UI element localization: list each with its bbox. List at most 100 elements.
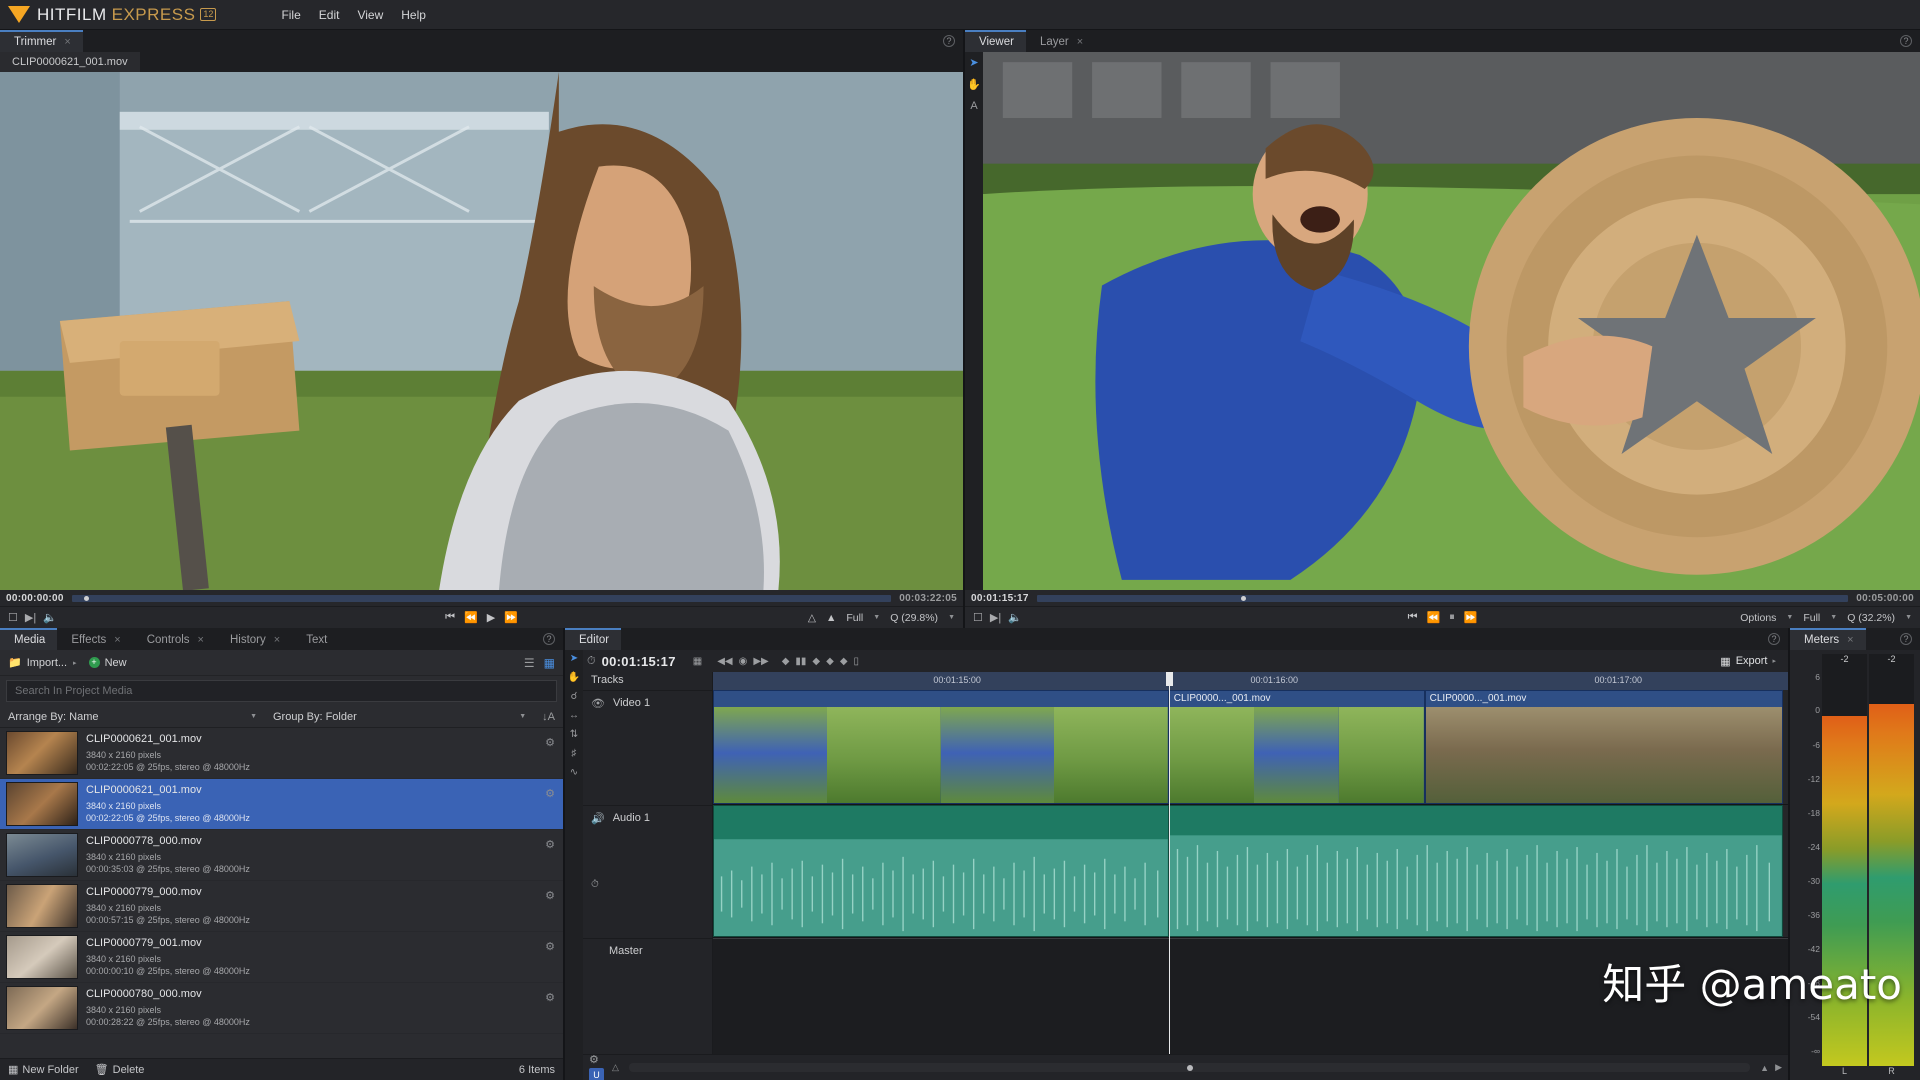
import-caret-icon[interactable]: ▸ bbox=[73, 659, 77, 667]
viewer-zoom-label[interactable]: Q (32.2%) bbox=[1847, 612, 1895, 624]
tab-viewer[interactable]: Viewer bbox=[965, 30, 1026, 52]
new-button[interactable]: + New bbox=[88, 657, 127, 669]
step-back-button[interactable]: ⏪ bbox=[1427, 611, 1441, 624]
help-icon[interactable]: ? bbox=[1768, 633, 1780, 645]
trimmer-video-frame[interactable] bbox=[0, 72, 963, 590]
viewer-playhead-handle[interactable] bbox=[1241, 595, 1247, 601]
trimmer-zoom-label[interactable]: Q (29.8%) bbox=[890, 612, 938, 624]
trimmer-quality-label[interactable]: Full bbox=[846, 612, 863, 624]
gear-icon[interactable]: ⚙ bbox=[545, 736, 555, 749]
zoom-in-icon[interactable]: ▲ bbox=[1760, 1063, 1769, 1073]
tab-trimmer[interactable]: Trimmer × bbox=[0, 30, 83, 52]
zoom-out-icon[interactable]: △ bbox=[612, 1062, 619, 1073]
media-list[interactable]: CLIP0000621_001.mov 3840 x 2160 pixels 0… bbox=[0, 728, 563, 1058]
help-icon[interactable]: ? bbox=[1900, 35, 1912, 47]
keyframe-add-icon[interactable]: ◆ bbox=[826, 656, 834, 667]
select-arrow-icon[interactable]: ➤ bbox=[570, 653, 578, 664]
waveform-icon[interactable]: ⏱ bbox=[591, 879, 599, 890]
folder-add-icon[interactable]: ▦ bbox=[8, 1063, 18, 1076]
track-lane-audio1[interactable] bbox=[713, 805, 1788, 938]
list-item[interactable]: CLIP0000779_000.mov 3840 x 2160 pixels 0… bbox=[0, 881, 563, 932]
scrollbar-thumb[interactable] bbox=[1186, 1064, 1193, 1071]
loop-icon[interactable]: ☐ bbox=[8, 611, 18, 624]
step-back-button[interactable]: ⏪ bbox=[464, 611, 478, 624]
keyframe-icon[interactable]: ◆ bbox=[812, 656, 820, 667]
razor-icon[interactable]: ♯ bbox=[572, 748, 577, 759]
track-header-video1[interactable]: 👁 Video 1 bbox=[583, 690, 712, 805]
close-icon[interactable]: × bbox=[64, 36, 70, 48]
viewer-options-label[interactable]: Options bbox=[1740, 612, 1776, 624]
step-forward-button[interactable]: ⏩ bbox=[504, 611, 518, 624]
play-small-icon[interactable]: ▶ bbox=[1775, 1062, 1782, 1073]
gear-icon[interactable]: ⚙ bbox=[545, 991, 555, 1004]
text-tool-icon[interactable]: A bbox=[970, 100, 977, 112]
menu-view[interactable]: View bbox=[357, 8, 383, 22]
trimmer-playhead-handle[interactable] bbox=[84, 595, 90, 601]
timeline-clip-video[interactable]: CLIP0000..._001.mov bbox=[1424, 690, 1783, 804]
record-icon[interactable]: ◉ bbox=[739, 656, 748, 667]
select-arrow-icon[interactable]: ➤ bbox=[969, 56, 978, 69]
magnet-icon[interactable]: U bbox=[589, 1067, 604, 1080]
rate-icon[interactable]: ∿ bbox=[570, 767, 578, 778]
close-icon[interactable]: × bbox=[274, 634, 280, 646]
list-item[interactable]: CLIP0000621_001.mov 3840 x 2160 pixels 0… bbox=[0, 728, 563, 779]
audio-icon[interactable]: 🔈 bbox=[1008, 611, 1022, 624]
prev-edit-icon[interactable]: ◀◀ bbox=[717, 656, 732, 667]
keyframe-next-icon[interactable]: ◆ bbox=[840, 656, 848, 667]
keyframe-prev-icon[interactable]: ◆ bbox=[782, 656, 790, 667]
gear-icon[interactable]: ⚙ bbox=[545, 838, 555, 851]
step-forward-button[interactable]: ⏩ bbox=[1464, 611, 1478, 624]
keyframe-end-icon[interactable]: ▯ bbox=[854, 656, 860, 667]
timeline-horizontal-scrollbar[interactable] bbox=[628, 1063, 1751, 1072]
import-button[interactable]: 📁 Import... bbox=[8, 656, 67, 670]
slide-icon[interactable]: ↔ bbox=[569, 710, 579, 721]
track-header-audio1[interactable]: 🔊 Audio 1 ⏱ bbox=[583, 805, 712, 938]
help-icon[interactable]: ? bbox=[943, 35, 955, 47]
pause-button[interactable]: ⏸ bbox=[1449, 611, 1455, 624]
chevron-down-icon-options[interactable]: ▼ bbox=[1786, 614, 1793, 621]
audio-icon[interactable]: 🔈 bbox=[43, 611, 57, 624]
chevron-down-icon-zoom[interactable]: ▼ bbox=[948, 614, 955, 621]
chevron-down-icon[interactable]: ▼ bbox=[873, 614, 880, 621]
arrange-by-dropdown[interactable]: Arrange By: Name ▼ bbox=[0, 711, 265, 723]
chevron-down-icon-viewer-zoom[interactable]: ▼ bbox=[1905, 614, 1912, 621]
viewer-video-frame[interactable] bbox=[983, 52, 1920, 590]
gear-icon[interactable]: ⚙ bbox=[545, 940, 555, 953]
tab-history[interactable]: History × bbox=[215, 628, 293, 650]
help-icon[interactable]: ? bbox=[543, 633, 555, 645]
group-by-dropdown[interactable]: Group By: Folder ▼ bbox=[265, 711, 534, 723]
viewer-quality-label[interactable]: Full bbox=[1803, 612, 1820, 624]
trash-icon[interactable]: 🗑 bbox=[95, 1063, 109, 1076]
timeline-clip-video[interactable]: CLIP0000..._001.mov bbox=[1168, 690, 1425, 804]
close-icon[interactable]: × bbox=[198, 634, 204, 646]
mark-out-icon[interactable]: ▲ bbox=[826, 612, 836, 624]
track-header-master[interactable]: Master bbox=[583, 938, 712, 963]
menu-edit[interactable]: Edit bbox=[319, 8, 340, 22]
tab-effects[interactable]: Effects × bbox=[57, 628, 133, 650]
delete-label[interactable]: Delete bbox=[113, 1064, 145, 1076]
loop-icon[interactable]: ☐ bbox=[973, 611, 983, 624]
timeline-clip-audio[interactable] bbox=[713, 805, 1169, 937]
play-button[interactable]: ▶ bbox=[487, 611, 495, 624]
export-button[interactable]: ▦ Export ▸ bbox=[1720, 655, 1784, 668]
sort-az-icon[interactable]: ↓A bbox=[534, 711, 563, 723]
close-icon[interactable]: × bbox=[1847, 634, 1853, 646]
trimmer-clip-tab[interactable]: CLIP0000621_001.mov bbox=[0, 52, 140, 72]
timeline-clip-audio[interactable] bbox=[1168, 805, 1783, 937]
list-view-icon[interactable]: ☰ bbox=[524, 656, 535, 670]
help-icon[interactable]: ? bbox=[1900, 633, 1912, 645]
new-folder-label[interactable]: New Folder bbox=[22, 1064, 78, 1076]
slip-icon[interactable]: ☌ bbox=[571, 691, 578, 702]
editor-timecode[interactable]: 00:01:15:17 bbox=[602, 654, 676, 669]
go-to-start-button[interactable]: ⏮ bbox=[1408, 611, 1418, 624]
go-to-start-button[interactable]: ⏮ bbox=[445, 611, 455, 624]
list-item[interactable]: CLIP0000778_000.mov 3840 x 2160 pixels 0… bbox=[0, 830, 563, 881]
speaker-icon[interactable]: 🔊 bbox=[591, 812, 605, 825]
export-frame-icon[interactable]: ▶| bbox=[25, 611, 36, 624]
list-item[interactable]: CLIP0000779_001.mov 3840 x 2160 pixels 0… bbox=[0, 932, 563, 983]
export-frame-icon[interactable]: ▶| bbox=[990, 611, 1001, 624]
menu-file[interactable]: File bbox=[281, 8, 300, 22]
chevron-down-icon-quality[interactable]: ▼ bbox=[1830, 614, 1837, 621]
tab-editor[interactable]: Editor bbox=[565, 628, 622, 650]
hand-icon[interactable]: ✋ bbox=[967, 78, 981, 91]
